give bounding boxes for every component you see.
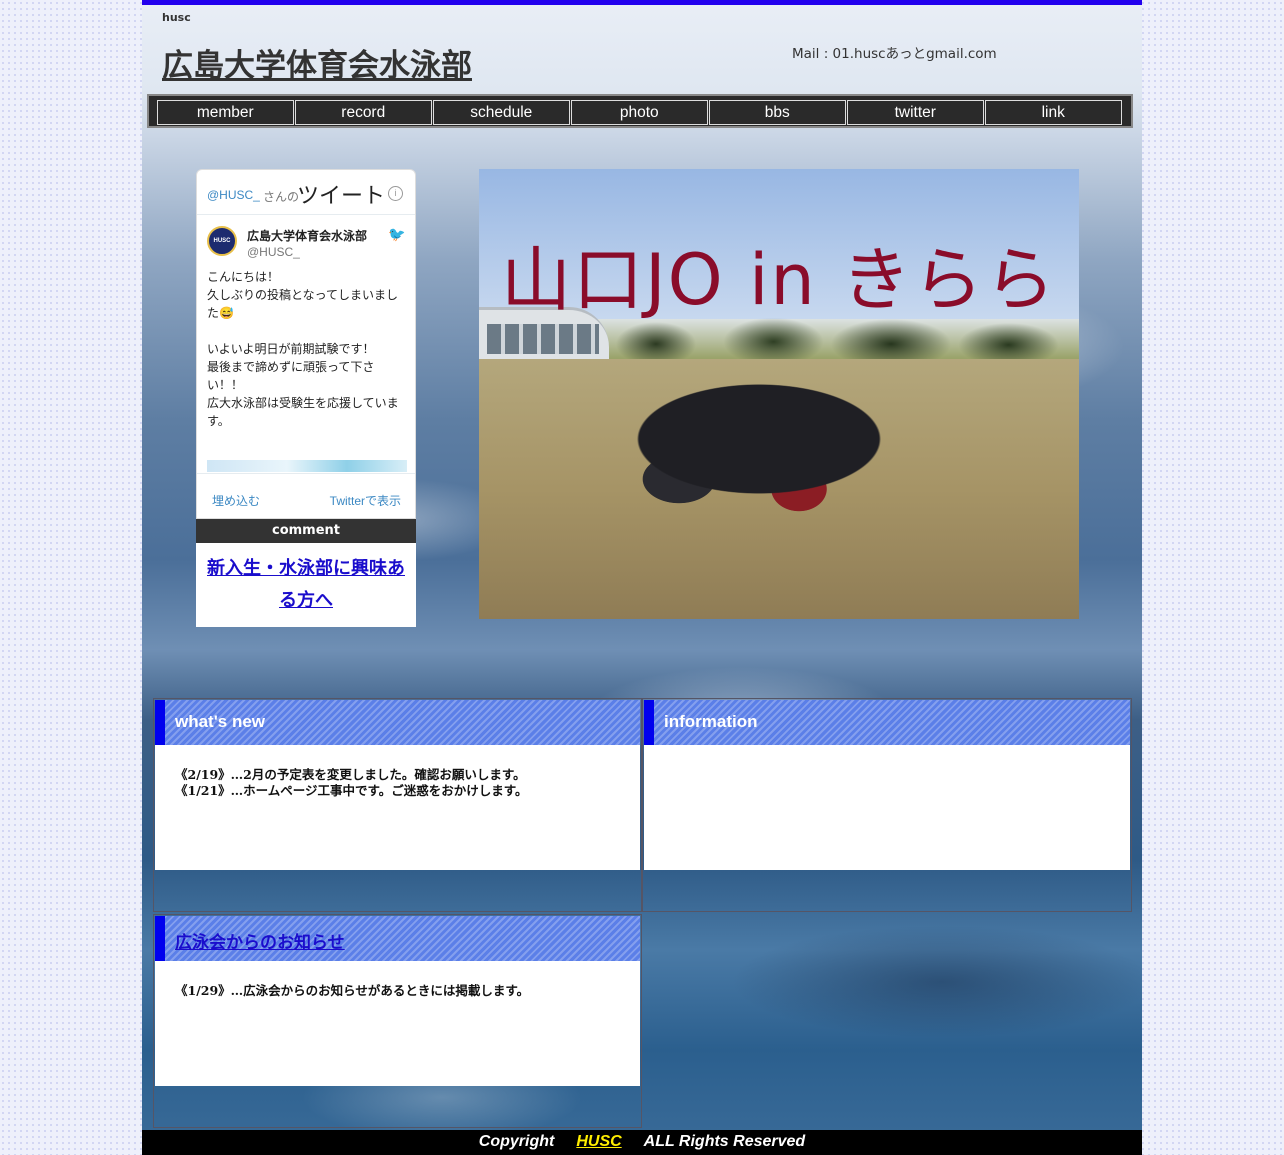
- nav-item-member[interactable]: member: [157, 100, 294, 125]
- embed-link[interactable]: 埋め込む: [212, 492, 260, 509]
- main-nav: member record schedule photo bbs twitter…: [147, 94, 1133, 128]
- nav-item-record[interactable]: record: [295, 100, 432, 125]
- nav-item-bbs[interactable]: bbs: [709, 100, 846, 125]
- news-item: 《2/19》…2月の予定表を変更しました。確認お願いします。: [175, 767, 526, 782]
- info-icon[interactable]: i: [388, 186, 403, 201]
- twitter-handle-suffix: さんの: [263, 190, 300, 204]
- kouei-panel: 広泳会からのお知らせ 《1/29》…広泳会からのお知らせがあるときには掲載します…: [153, 914, 642, 1128]
- kouei-title-link[interactable]: 広泳会からのお知らせ: [175, 928, 345, 953]
- kouei-body: 《1/29》…広泳会からのお知らせがあるときには掲載します。: [155, 961, 640, 1086]
- whats-new-header: what's new: [155, 700, 640, 745]
- whats-new-body: 《2/19》…2月の予定表を変更しました。確認お願いします。 《1/21》…ホー…: [155, 745, 640, 870]
- tweet-account-user[interactable]: @HUSC_: [247, 245, 300, 259]
- kouei-item: 《1/29》…広泳会からのお知らせがあるときには掲載します。: [175, 983, 530, 998]
- footer: Copyright HUSC ALL Rights Reserved: [142, 1130, 1142, 1155]
- footer-copyright-prefix: Copyright: [478, 1133, 555, 1150]
- hero-caption: 山口JO in きらら: [500, 239, 1058, 321]
- twitter-handle-link[interactable]: @HUSC_: [207, 188, 260, 202]
- information-title: information: [664, 712, 758, 731]
- top-accent-bar: [142, 0, 1142, 5]
- site-title[interactable]: 広島大学体育会水泳部: [162, 40, 472, 85]
- comment-header: comment: [196, 519, 416, 543]
- twitter-timeline-widget: @HUSC_ さんの ツイート i HUSC 広島大学体育会水泳部 @HUSC_…: [196, 169, 416, 519]
- nav-item-link[interactable]: link: [985, 100, 1122, 125]
- twitter-widget-header: @HUSC_ さんの ツイート i: [197, 170, 415, 215]
- whats-new-panel: what's new 《2/19》…2月の予定表を変更しました。確認お願いします…: [153, 698, 642, 912]
- information-body: [644, 745, 1130, 870]
- tweet-text: こんにちは！ 久しぶりの投稿となってしまいました😅 いよいよ明日が前期試験です！…: [207, 270, 399, 428]
- nav-item-twitter[interactable]: twitter: [847, 100, 984, 125]
- newcomer-info-link[interactable]: 新入生・水泳部に興味ある方へ: [207, 558, 405, 611]
- hero-photo: 山口JO in きらら: [479, 169, 1079, 619]
- view-on-twitter-link[interactable]: Twitterで表示: [330, 492, 401, 509]
- tweet-image-thumbnail[interactable]: [207, 460, 407, 472]
- comment-box: 新入生・水泳部に興味ある方へ: [196, 543, 416, 627]
- hero-team-group: [559, 319, 959, 519]
- whats-new-title: what's new: [175, 712, 266, 731]
- news-item: 《1/21》…ホームページ工事中です。ご迷惑をおかけします。: [175, 783, 528, 798]
- twitter-widget-footer: 埋め込む Twitterで表示: [197, 473, 415, 518]
- information-header: information: [644, 700, 1130, 745]
- twitter-bird-icon[interactable]: 🐦: [388, 226, 405, 243]
- site-id: husc: [162, 11, 191, 24]
- avatar[interactable]: HUSC: [207, 226, 237, 256]
- mail-address: Mail : 01.huscあっとgmail.com: [792, 46, 997, 62]
- nav-item-schedule[interactable]: schedule: [433, 100, 570, 125]
- footer-husc-link[interactable]: HUSC: [576, 1133, 621, 1150]
- twitter-widget-title: ツイート: [297, 183, 386, 208]
- page: husc 広島大学体育会水泳部 Mail : 01.huscあっとgmail.c…: [142, 0, 1142, 1155]
- information-panel: information: [642, 698, 1132, 912]
- kouei-header: 広泳会からのお知らせ: [155, 916, 640, 961]
- tweet-account-name[interactable]: 広島大学体育会水泳部: [247, 227, 367, 244]
- nav-item-photo[interactable]: photo: [571, 100, 708, 125]
- footer-rights: ALL Rights Reserved: [643, 1133, 806, 1150]
